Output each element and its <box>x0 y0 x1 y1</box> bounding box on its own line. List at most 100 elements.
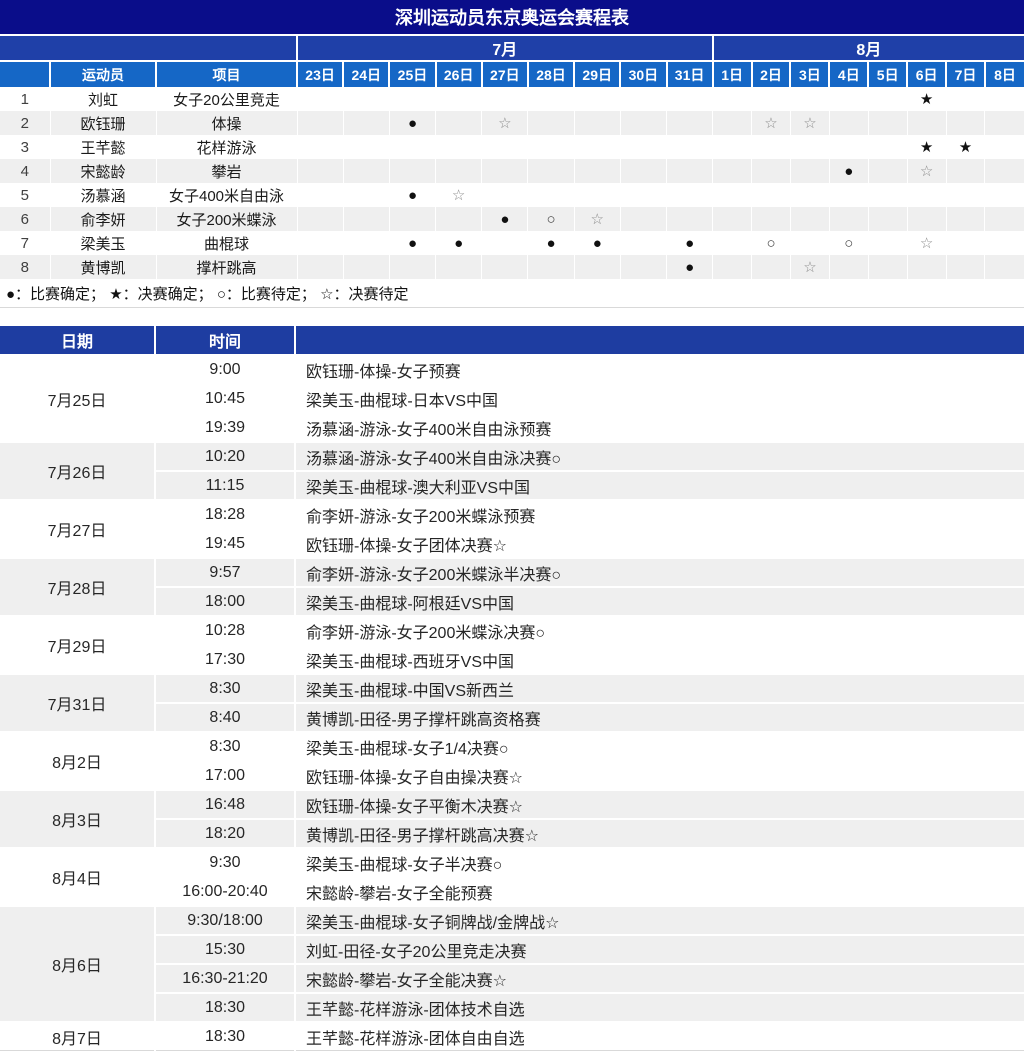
mark-cell-30日 <box>620 183 666 207</box>
mark-cell-24日 <box>343 159 389 183</box>
athlete-name-cell: 俞李妍 <box>50 207 156 231</box>
daily-entry-row: 8月2日8:30梁美玉-曲棍球-女子1/4决赛○ <box>0 732 1024 761</box>
mark-cell-28日: ● <box>528 231 574 255</box>
mark-cell-6日 <box>907 183 946 207</box>
day-header-25日: 25日 <box>389 61 435 87</box>
mark-cell-4日 <box>829 111 868 135</box>
daily-time-cell: 17:00 <box>155 761 295 790</box>
daily-time-cell: 18:30 <box>155 1022 295 1051</box>
daily-event-cell: 宋懿龄-攀岩-女子全能决赛☆ <box>295 964 1024 993</box>
daily-event-cell: 汤慕涵-游泳-女子400米自由泳决赛○ <box>295 442 1024 471</box>
mark-cell-7日 <box>946 183 985 207</box>
confirmed-match-icon: ● <box>685 235 694 252</box>
mark-cell-5日 <box>868 111 907 135</box>
daily-event-cell: 梁美玉-曲棍球-女子铜牌战/金牌战☆ <box>295 906 1024 935</box>
daily-time-cell: 16:00-20:40 <box>155 877 295 906</box>
confirmed-match-icon: ● <box>593 235 602 252</box>
mark-cell-27日 <box>482 159 528 183</box>
day-header-23日: 23日 <box>297 61 343 87</box>
daily-time-cell: 19:39 <box>155 413 295 442</box>
daily-event-cell: 王芊懿-花样游泳-团体自由自选 <box>295 1022 1024 1051</box>
mark-cell-3日 <box>790 183 829 207</box>
daily-event-cell: 宋懿龄-攀岩-女子全能预赛 <box>295 877 1024 906</box>
mark-cell-2日 <box>752 183 791 207</box>
day-header-7日: 7日 <box>946 61 985 87</box>
mark-cell-24日 <box>343 231 389 255</box>
mark-cell-27日 <box>482 87 528 111</box>
mark-cell-24日 <box>343 135 389 159</box>
mark-cell-30日 <box>620 207 666 231</box>
title-row: 深圳运动员东京奥运会赛程表 <box>0 0 1024 35</box>
mark-cell-25日: ● <box>389 183 435 207</box>
mark-cell-24日 <box>343 183 389 207</box>
mark-cell-30日 <box>620 135 666 159</box>
tentative-final-icon: ☆ <box>920 235 933 252</box>
mark-cell-27日 <box>482 183 528 207</box>
tentative-final-icon: ☆ <box>764 115 777 132</box>
mark-cell-2日: ○ <box>752 231 791 255</box>
confirmed-final-icon: ★ <box>920 91 933 108</box>
mark-cell-4日: ● <box>829 159 868 183</box>
day-header-row: 运动员项目23日24日25日26日27日28日29日30日31日1日2日3日4日… <box>0 61 1024 87</box>
mark-cell-5日 <box>868 255 907 279</box>
mark-cell-4日 <box>829 255 868 279</box>
mark-cell-7日 <box>946 231 985 255</box>
mark-cell-23日 <box>297 207 343 231</box>
mark-cell-5日 <box>868 183 907 207</box>
mark-cell-25日 <box>389 255 435 279</box>
athlete-name-cell: 梁美玉 <box>50 231 156 255</box>
daily-entry-row: 7月26日10:20汤慕涵-游泳-女子400米自由泳决赛○ <box>0 442 1024 471</box>
mark-cell-8日 <box>985 207 1024 231</box>
mark-cell-5日 <box>868 207 907 231</box>
daily-time-cell: 19:45 <box>155 529 295 558</box>
mark-cell-31日 <box>667 111 713 135</box>
mark-cell-1日 <box>713 87 752 111</box>
daily-event-cell: 梁美玉-曲棍球-日本VS中国 <box>295 384 1024 413</box>
daily-time-cell: 15:30 <box>155 935 295 964</box>
day-header-2日: 2日 <box>752 61 791 87</box>
mark-cell-6日: ★ <box>907 135 946 159</box>
daily-date-cell: 7月28日 <box>0 558 155 616</box>
mark-cell-28日: ○ <box>528 207 574 231</box>
mark-cell-30日 <box>620 231 666 255</box>
mark-cell-6日: ☆ <box>907 159 946 183</box>
mark-cell-29日: ● <box>574 231 620 255</box>
day-header-28日: 28日 <box>528 61 574 87</box>
month-header-2: 8月 <box>713 35 1024 61</box>
mark-cell-28日 <box>528 255 574 279</box>
mark-cell-28日 <box>528 135 574 159</box>
mark-cell-23日 <box>297 135 343 159</box>
daily-date-cell: 8月4日 <box>0 848 155 906</box>
tentative-final-icon: ☆ <box>803 259 816 276</box>
daily-time-cell: 17:30 <box>155 645 295 674</box>
row-number-cell: 6 <box>0 207 50 231</box>
mark-cell-25日 <box>389 87 435 111</box>
mark-cell-3日 <box>790 231 829 255</box>
mark-cell-6日 <box>907 111 946 135</box>
mark-cell-1日 <box>713 183 752 207</box>
confirmed-match-icon: ● <box>844 163 853 180</box>
mark-cell-24日 <box>343 111 389 135</box>
mark-cell-30日 <box>620 159 666 183</box>
athlete-row: 2欧钰珊体操●☆☆☆ <box>0 111 1024 135</box>
mark-cell-6日: ★ <box>907 87 946 111</box>
daily-time-cell: 18:20 <box>155 819 295 848</box>
tentative-final-icon: ☆ <box>803 115 816 132</box>
row-number-cell: 5 <box>0 183 50 207</box>
mark-cell-1日 <box>713 231 752 255</box>
mark-cell-8日 <box>985 231 1024 255</box>
event-name-cell: 女子400米自由泳 <box>156 183 297 207</box>
row-number-cell: 1 <box>0 87 50 111</box>
daily-time-cell: 8:30 <box>155 732 295 761</box>
day-header-29日: 29日 <box>574 61 620 87</box>
daily-time-cell: 10:45 <box>155 384 295 413</box>
mark-cell-2日 <box>752 207 791 231</box>
mark-cell-5日 <box>868 231 907 255</box>
daily-event-cell: 俞李妍-游泳-女子200米蝶泳半决赛○ <box>295 558 1024 587</box>
mark-cell-4日: ○ <box>829 231 868 255</box>
mark-cell-25日 <box>389 207 435 231</box>
day-header-4日: 4日 <box>829 61 868 87</box>
mark-cell-26日 <box>436 159 482 183</box>
mark-cell-6日 <box>907 255 946 279</box>
mark-cell-23日 <box>297 159 343 183</box>
